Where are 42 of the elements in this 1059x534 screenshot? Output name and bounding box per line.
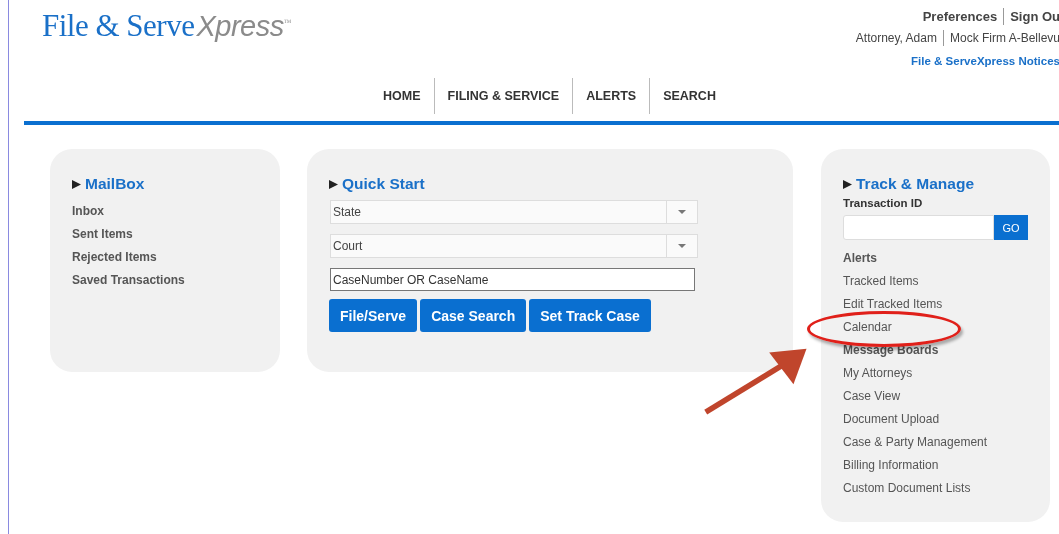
track-link[interactable]: Custom Document Lists bbox=[843, 477, 1028, 500]
nav-tab[interactable]: HOME bbox=[370, 78, 434, 114]
dropdown[interactable]: Court bbox=[330, 234, 698, 258]
mailbox-link[interactable]: Inbox bbox=[72, 200, 258, 223]
triangle-icon bbox=[843, 179, 852, 189]
mailbox-link[interactable]: Rejected Items bbox=[72, 246, 258, 269]
user-link[interactable]: Preferences bbox=[922, 8, 998, 25]
notices-link[interactable]: File & ServeXpress Notices bbox=[911, 55, 1059, 67]
triangle-icon bbox=[72, 179, 81, 189]
nav-tab[interactable]: FILING & SERVICE bbox=[433, 78, 573, 114]
track-link[interactable]: Document Upload bbox=[843, 408, 1028, 431]
action-button[interactable]: Case Search bbox=[420, 299, 527, 332]
transaction-id-field[interactable] bbox=[843, 215, 994, 240]
dropdown[interactable]: State bbox=[330, 200, 698, 224]
track-link[interactable]: Case View bbox=[843, 385, 1028, 408]
track-link[interactable]: Tracked Items bbox=[843, 270, 1028, 293]
go-button[interactable]: GO bbox=[994, 215, 1028, 240]
mailbox-link[interactable]: Sent Items bbox=[72, 223, 258, 246]
section-heading: Message Boards bbox=[843, 342, 940, 359]
user-link[interactable]: Sign Ou bbox=[1003, 8, 1059, 25]
nav-tab[interactable]: ALERTS bbox=[572, 78, 650, 114]
track-link[interactable]: Edit Tracked Items bbox=[843, 293, 1028, 316]
action-button[interactable]: Set Track Case bbox=[529, 299, 651, 332]
user-info-text: Attorney, Adam bbox=[855, 30, 937, 46]
panel-title[interactable]: Quick Start bbox=[342, 175, 425, 193]
logo[interactable]: File & ServeXpress$^{™}$ bbox=[42, 8, 292, 44]
action-button[interactable]: File/Serve bbox=[329, 299, 418, 332]
track-link[interactable]: My Attorneys bbox=[843, 362, 1028, 385]
track-link[interactable]: Case & Party Management bbox=[843, 431, 1028, 454]
panel-title[interactable]: MailBox bbox=[85, 175, 145, 193]
panel-title[interactable]: Track & Manage bbox=[856, 175, 975, 193]
field-label: Transaction ID bbox=[843, 197, 924, 209]
case-field[interactable]: CaseNumber OR CaseName bbox=[330, 268, 695, 291]
nav-tab[interactable]: SEARCH bbox=[649, 78, 729, 114]
triangle-icon bbox=[329, 179, 338, 189]
caret-icon bbox=[678, 210, 686, 214]
track-link[interactable]: Calendar bbox=[843, 316, 1028, 339]
section-heading: Alerts bbox=[843, 250, 878, 267]
track-link[interactable]: Billing Information bbox=[843, 454, 1028, 477]
mailbox-link[interactable]: Saved Transactions bbox=[72, 269, 258, 292]
user-info-text: Mock Firm A-Bellevu bbox=[942, 30, 1059, 46]
caret-icon bbox=[678, 244, 686, 248]
